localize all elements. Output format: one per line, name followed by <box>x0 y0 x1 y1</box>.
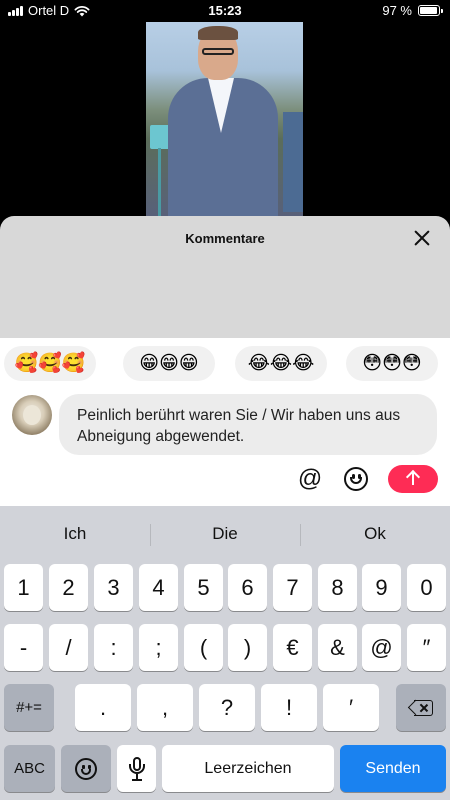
person-hair <box>198 26 238 40</box>
emoji-key[interactable] <box>61 745 111 792</box>
send-comment-button[interactable] <box>388 465 438 493</box>
key[interactable]: ( <box>184 624 223 671</box>
key[interactable]: , <box>137 684 193 731</box>
quick-emoji-button[interactable]: 😳😳😳 <box>346 346 438 381</box>
abc-key[interactable]: ABC <box>4 745 55 792</box>
key[interactable]: - <box>4 624 43 671</box>
suggestion-item[interactable]: Die <box>150 514 300 554</box>
emoji-mouth <box>81 768 91 775</box>
person-glasses <box>202 48 234 55</box>
comment-composer: 🥰🥰🥰 😁😁😁 😂😂😂 😳😳😳 Peinlich berührt waren S… <box>0 338 450 506</box>
keyboard: Ich Die Ok 1 2 3 4 5 6 7 8 9 0 - / : ; (… <box>0 506 450 800</box>
emoji-eye <box>88 764 91 769</box>
key[interactable]: 8 <box>318 564 357 611</box>
sheet-header: Kommentare <box>0 216 450 260</box>
dictation-key[interactable] <box>117 745 156 792</box>
emoji-eye <box>82 764 85 769</box>
emoji-icon <box>75 757 97 780</box>
mic-cup <box>128 763 145 774</box>
key[interactable]: ? <box>199 684 255 731</box>
sheet-title: Kommentare <box>185 231 265 246</box>
key[interactable]: . <box>75 684 131 731</box>
quick-emoji-button[interactable]: 🥰🥰🥰 <box>4 346 96 381</box>
smile-icon[interactable] <box>342 465 370 493</box>
person-figure <box>168 26 278 217</box>
quick-emoji-button[interactable]: 😂😂😂 <box>235 346 327 381</box>
key[interactable]: ″ <box>407 624 446 671</box>
symbols-switch-key[interactable]: #+= <box>4 684 54 731</box>
key[interactable]: @ <box>362 624 401 671</box>
key[interactable]: ; <box>139 624 178 671</box>
key[interactable]: / <box>49 624 88 671</box>
battery-fill <box>420 7 438 14</box>
backspace-icon <box>407 699 433 716</box>
space-key[interactable]: Leerzeichen <box>162 745 334 792</box>
battery-percent: 97 % <box>382 3 412 18</box>
tent-pole <box>158 148 161 217</box>
key[interactable]: 2 <box>49 564 88 611</box>
mention-button[interactable]: @ <box>296 465 324 493</box>
key[interactable]: ) <box>228 624 267 671</box>
status-bar: Ortel D 15:23 97 % <box>0 0 450 22</box>
key[interactable]: 7 <box>273 564 312 611</box>
battery-icon <box>418 5 443 16</box>
key[interactable]: € <box>273 624 312 671</box>
avatar <box>12 395 52 435</box>
suggestion-item[interactable]: Ich <box>0 514 150 554</box>
key[interactable]: 4 <box>139 564 178 611</box>
key[interactable]: 0 <box>407 564 446 611</box>
quick-emoji-row: 🥰🥰🥰 😁😁😁 😂😂😂 😳😳😳 <box>0 346 450 382</box>
mic-base <box>131 778 142 781</box>
send-key[interactable]: Senden <box>340 745 446 792</box>
status-right: 97 % <box>382 3 443 18</box>
comment-input[interactable]: Peinlich berührt waren Sie / Wir haben u… <box>59 394 437 455</box>
key[interactable]: 5 <box>184 564 223 611</box>
suggestion-item[interactable]: Ok <box>300 514 450 554</box>
close-icon[interactable] <box>410 226 434 250</box>
side-banner <box>283 112 303 212</box>
backspace-key[interactable] <box>396 684 446 731</box>
arrow-stem <box>412 473 414 485</box>
key[interactable]: 1 <box>4 564 43 611</box>
key[interactable]: 3 <box>94 564 133 611</box>
key[interactable]: & <box>318 624 357 671</box>
key[interactable]: ′ <box>323 684 379 731</box>
suggestion-bar: Ich Die Ok <box>0 514 450 554</box>
key[interactable]: ! <box>261 684 317 731</box>
microphone-icon <box>126 756 148 782</box>
composer-tools: @ <box>0 463 450 499</box>
key[interactable]: 6 <box>228 564 267 611</box>
key[interactable]: : <box>94 624 133 671</box>
avatar-face <box>23 405 41 425</box>
key[interactable]: 9 <box>362 564 401 611</box>
video-thumbnail[interactable] <box>146 22 303 217</box>
quick-emoji-button[interactable]: 😁😁😁 <box>123 346 215 381</box>
